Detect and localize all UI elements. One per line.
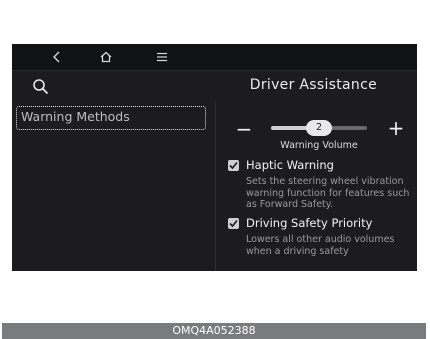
settings-menu-list: Warning Methods [12,102,215,271]
volume-slider-knob[interactable]: 2 [306,120,332,136]
menu-icon [157,52,167,62]
driving-safety-priority-checkbox[interactable] [228,218,239,229]
volume-decrease-button[interactable]: − [230,119,258,141]
page-header: Driver Assistance [12,71,417,101]
option-title: Haptic Warning [246,158,334,172]
back-chevron-icon [53,51,60,63]
figure-caption: OMQ4A052388 [2,323,426,339]
home-button[interactable] [94,47,118,67]
volume-increase-button[interactable]: + [382,117,410,141]
volume-label: Warning Volume [280,140,358,151]
volume-slider[interactable]: 2 [271,120,367,136]
menu-item-label: Warning Methods [21,109,130,124]
infotainment-screen: Driver Assistance Warning Methods − 2 + … [12,44,417,271]
checkmark-icon [229,219,238,228]
page-title: Driver Assistance [249,77,377,93]
top-navigation-bar [12,44,417,71]
option-title: Driving Safety Priority [246,216,373,230]
option-description: Lowers all other audio volumes when a dr… [246,234,395,257]
back-button[interactable] [45,47,69,67]
search-icon [33,79,49,95]
search-button[interactable] [32,78,50,96]
home-icon [100,51,112,63]
option-description: Sets the steering wheel vibration warnin… [246,176,410,210]
menu-item-warning-methods[interactable]: Warning Methods [16,106,206,130]
menu-button[interactable] [150,47,174,67]
checkmark-icon [229,161,238,170]
settings-detail-panel: − 2 + Warning Volume Haptic Warning Sets… [216,102,417,271]
haptic-warning-checkbox[interactable] [228,160,239,171]
